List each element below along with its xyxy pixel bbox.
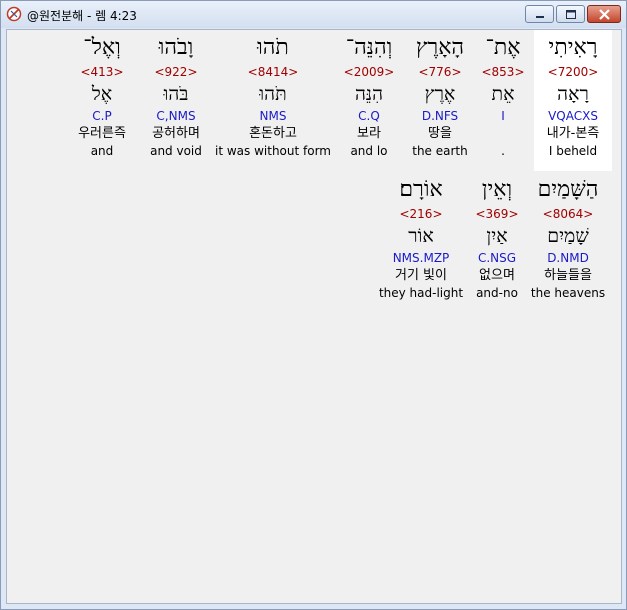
english-gloss: and xyxy=(90,144,114,158)
window-title: @원전분해 - 렘 4:23 xyxy=(27,9,137,23)
strong-number[interactable]: <216> xyxy=(361,207,481,221)
hebrew-word: אוֹרָם׃ xyxy=(399,177,443,202)
close-icon xyxy=(599,9,610,20)
word-column[interactable]: אוֹרָם׃ <216> אוֹר NMS.MZP 거기 빛이 they ha… xyxy=(361,177,481,300)
maximize-icon xyxy=(566,10,576,19)
korean-gloss: 거기 빛이 xyxy=(395,268,447,283)
korean-gloss: 우러른즉 xyxy=(78,126,126,141)
lexical-form: אֶל xyxy=(91,83,113,105)
close-button[interactable] xyxy=(587,5,621,23)
hebrew-word: וְאֶל־ xyxy=(83,35,121,60)
interlinear-panel: רָאִיתִי <7200> רָאָה VQACXS 내가-본즉 I beh… xyxy=(6,29,622,604)
parsing-code: NMS.MZP xyxy=(392,251,450,265)
maximize-button[interactable] xyxy=(556,5,585,23)
minimize-icon xyxy=(536,16,544,18)
minimize-button[interactable] xyxy=(525,5,554,23)
app-window: @원전분해 - 렘 4:23 רָאִיתִי <7200> רָאָה VQA… xyxy=(0,0,627,610)
english-gloss: they had-light xyxy=(378,286,464,300)
title-bar[interactable]: @원전분해 - 렘 4:23 xyxy=(1,1,626,28)
lexical-form: אוֹר xyxy=(408,225,434,247)
parsing-code: C.P xyxy=(92,109,112,123)
app-icon xyxy=(6,6,22,22)
word-column[interactable]: וְאֶל־ <413> אֶל C.P 우러른즉 and xyxy=(42,35,162,158)
strong-number[interactable]: <413> xyxy=(42,65,162,79)
